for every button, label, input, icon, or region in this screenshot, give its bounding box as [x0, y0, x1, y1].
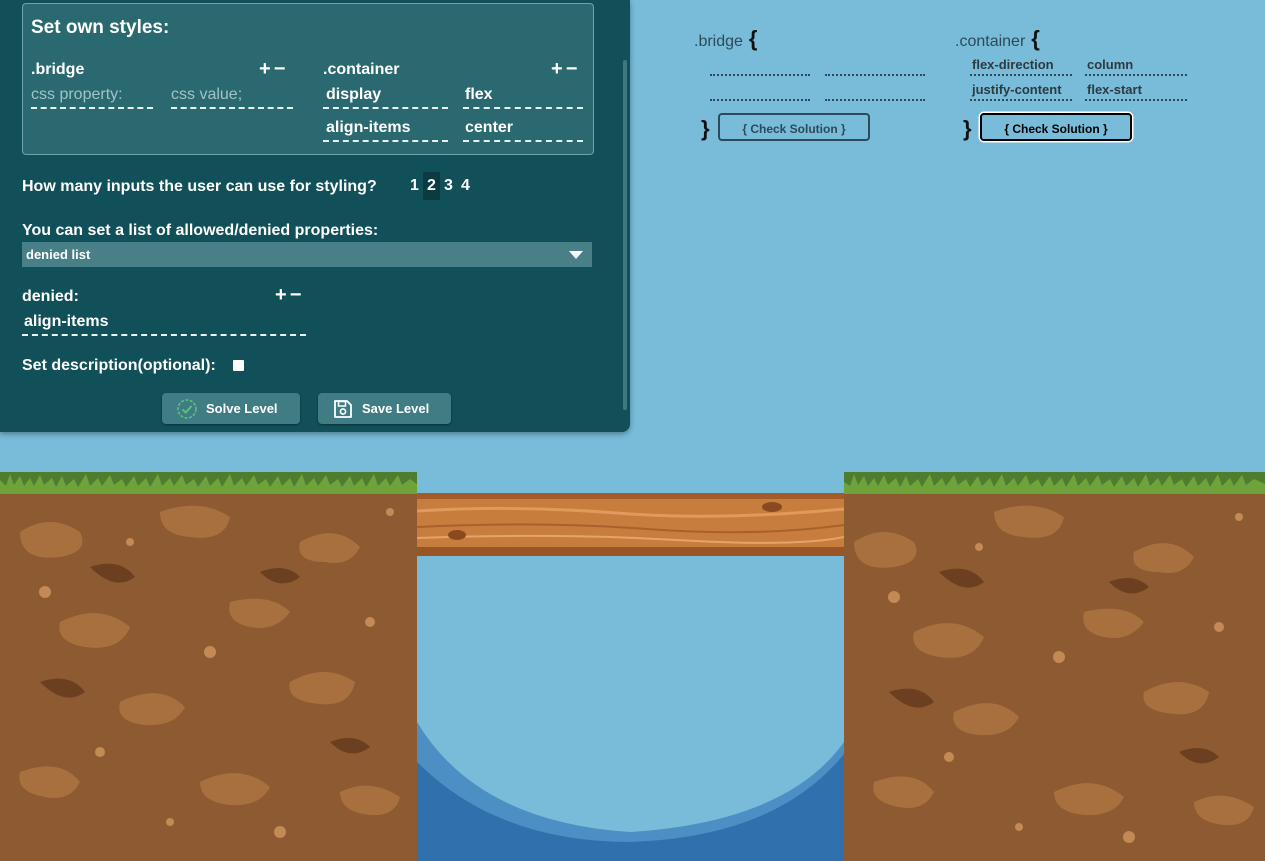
- solve-level-button[interactable]: Solve Level: [162, 393, 300, 424]
- own-styles-box: Set own styles: .bridge +− css property:…: [22, 3, 594, 155]
- save-level-label: Save Level: [362, 401, 430, 416]
- floppy-disk-icon: [334, 399, 352, 418]
- bridge-check-solution-button[interactable]: { Check Solution }: [718, 113, 870, 141]
- list-mode-value: denied list: [26, 247, 91, 262]
- open-brace: {: [1031, 26, 1040, 51]
- bridge-property-slot[interactable]: [710, 81, 810, 101]
- wood-plank-graphic: [416, 493, 845, 556]
- open-brace: {: [748, 26, 758, 51]
- close-brace: }: [963, 116, 972, 141]
- list-question: You can set a list of allowed/denied pro…: [22, 222, 379, 239]
- container-check-solution-button[interactable]: { Check Solution }: [980, 113, 1132, 141]
- list-mode-select[interactable]: denied list: [22, 242, 592, 267]
- bridge-selector: .bridge: [31, 61, 85, 78]
- container-property-input[interactable]: align-items: [323, 116, 448, 142]
- right-ground-block: [844, 472, 1265, 861]
- container-selector: .container: [323, 61, 400, 78]
- container-property-slot[interactable]: flex-direction: [970, 56, 1072, 76]
- inputs-count-question: How many inputs the user can use for sty…: [22, 178, 377, 195]
- input-count-option-4[interactable]: 4: [457, 172, 474, 200]
- styles-title: Set own styles:: [31, 17, 170, 38]
- denied-add-remove: +−: [275, 284, 304, 307]
- bridge-add-remove: +−: [259, 58, 288, 81]
- container-value-slot[interactable]: column: [1085, 56, 1187, 76]
- bridge-plank: [416, 493, 845, 556]
- container-value-input[interactable]: center: [463, 116, 583, 142]
- save-level-button[interactable]: Save Level: [318, 393, 451, 424]
- input-count-option-1[interactable]: 1: [406, 172, 423, 200]
- container-value-slot[interactable]: flex-start: [1085, 81, 1187, 101]
- chevron-down-icon: [569, 251, 583, 259]
- dirt-texture: [0, 472, 417, 861]
- bridge-value-slot[interactable]: [825, 81, 925, 101]
- check-circle-icon: [177, 398, 197, 419]
- bridge-rule-header: .bridge {: [694, 26, 757, 52]
- container-rule-selector: .container: [955, 33, 1026, 50]
- bridge-value-input[interactable]: css value;: [171, 83, 293, 109]
- description-checkbox[interactable]: [233, 360, 244, 371]
- container-rule-header: .container {: [955, 26, 1040, 52]
- container-add-button[interactable]: +: [551, 58, 566, 80]
- bridge-remove-button[interactable]: −: [274, 58, 289, 80]
- container-value-input[interactable]: flex: [463, 83, 583, 109]
- solve-level-label: Solve Level: [206, 401, 278, 416]
- denied-property-input[interactable]: align-items: [22, 310, 306, 336]
- dirt-texture: [844, 472, 1265, 861]
- bridge-property-input[interactable]: css property:: [31, 83, 153, 109]
- denied-remove-button[interactable]: −: [290, 284, 305, 306]
- panel-scrollbar[interactable]: [623, 60, 627, 410]
- bridge-value-slot[interactable]: [825, 56, 925, 76]
- level-editor-panel: Set own styles: .bridge +− css property:…: [0, 0, 630, 432]
- denied-label: denied:: [22, 288, 79, 305]
- bridge-rule-selector: .bridge: [694, 33, 743, 50]
- left-ground-block: [0, 472, 417, 861]
- container-add-remove: +−: [551, 58, 580, 81]
- denied-add-button[interactable]: +: [275, 284, 290, 306]
- input-count-option-3[interactable]: 3: [440, 172, 457, 200]
- container-remove-button[interactable]: −: [566, 58, 581, 80]
- container-property-input[interactable]: display: [323, 83, 448, 109]
- container-property-slot[interactable]: justify-content: [970, 81, 1072, 101]
- close-brace: }: [701, 116, 710, 141]
- description-label: Set description(optional):: [22, 357, 216, 374]
- bridge-property-slot[interactable]: [710, 56, 810, 76]
- input-count-option-2[interactable]: 2: [423, 172, 440, 200]
- bridge-add-button[interactable]: +: [259, 58, 274, 80]
